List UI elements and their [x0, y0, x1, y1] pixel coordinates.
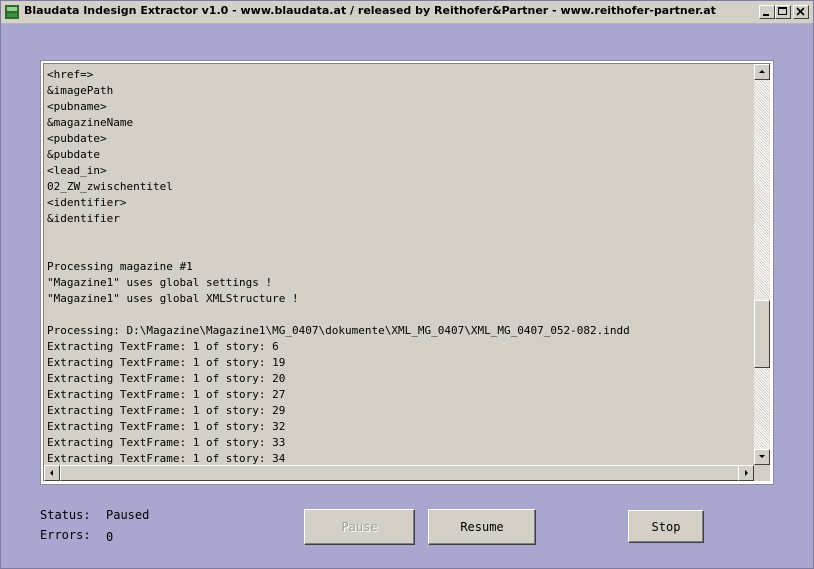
minimize-button[interactable]	[759, 5, 775, 19]
close-button[interactable]	[793, 5, 809, 19]
log-line: "Magazine1" uses global settings !	[47, 276, 273, 289]
scroll-up-button[interactable]	[754, 64, 770, 80]
title-bar[interactable]: Blaudata Indesign Extractor v1.0 - www.b…	[1, 1, 813, 24]
log-line: Extracting TextFrame: 1 of story: 32	[47, 420, 286, 433]
log-line: <identifier>	[47, 196, 127, 209]
log-line: &magazineName	[47, 116, 134, 129]
maximize-button[interactable]	[775, 5, 791, 19]
log-line: &pubdate	[47, 148, 100, 161]
errors-value: 0	[106, 530, 114, 544]
log-line: &identifier	[47, 212, 120, 225]
log-line: Processing: D:\Magazine\Magazine1\MG_040…	[47, 324, 630, 337]
log-line: <pubname>	[47, 100, 107, 113]
status-value: Paused	[106, 508, 150, 522]
log-line: <lead_in>	[47, 164, 107, 177]
pause-button[interactable]: Pause	[304, 509, 415, 545]
arrow-down-icon	[759, 455, 765, 458]
log-line: &imagePath	[47, 84, 114, 97]
vertical-scroll-thumb[interactable]	[754, 300, 770, 368]
app-icon[interactable]	[4, 4, 20, 20]
scroll-left-button[interactable]	[44, 465, 60, 481]
log-line: Extracting TextFrame: 1 of story: 33	[47, 436, 286, 449]
horizontal-scrollbar[interactable]	[44, 465, 754, 481]
arrow-up-icon	[759, 70, 765, 73]
log-line: Processing magazine #1	[47, 260, 193, 273]
log-line: Extracting TextFrame: 1 of story: 19	[47, 356, 286, 369]
arrow-right-icon	[745, 470, 748, 476]
scrollbar-corner	[754, 465, 770, 481]
log-panel: <href=> &imagePath <pubname> &magazineName <…	[40, 60, 774, 485]
close-icon	[796, 7, 805, 16]
log-text: <href=> &imagePath <pubname> &magazineName <…	[47, 67, 756, 466]
log-line: Extracting TextFrame: 1 of story: 29	[47, 404, 286, 417]
minimize-icon	[763, 14, 769, 16]
log-line: Extracting TextFrame: 1 of story: 27	[47, 388, 286, 401]
log-line: 02_ZW_zwischentitel	[47, 180, 173, 193]
scroll-right-button[interactable]	[738, 465, 754, 481]
log-textarea[interactable]: <href=> &imagePath <pubname> &magazineName <…	[43, 63, 771, 482]
app-window: Blaudata Indesign Extractor v1.0 - www.b…	[0, 0, 814, 569]
scroll-down-button[interactable]	[754, 449, 770, 465]
resume-button[interactable]: Resume	[428, 509, 536, 545]
log-line: Extracting TextFrame: 1 of story: 34	[47, 452, 286, 465]
horizontal-scroll-thumb[interactable]	[60, 465, 739, 481]
vertical-scrollbar[interactable]	[754, 64, 770, 465]
window-title: Blaudata Indesign Extractor v1.0 - www.b…	[24, 4, 716, 17]
log-line: <href=>	[47, 68, 94, 81]
log-line: <pubdate>	[47, 132, 107, 145]
stop-button[interactable]: Stop	[628, 510, 704, 543]
log-line: Extracting TextFrame: 1 of story: 6	[47, 340, 279, 353]
arrow-left-icon	[50, 470, 53, 476]
maximize-icon	[778, 7, 787, 15]
log-line: Extracting TextFrame: 1 of story: 20	[47, 372, 286, 385]
status-label: Status:	[40, 508, 91, 522]
errors-label: Errors:	[40, 528, 91, 542]
log-line: "Magazine1" uses global XMLStructure !	[47, 292, 299, 305]
